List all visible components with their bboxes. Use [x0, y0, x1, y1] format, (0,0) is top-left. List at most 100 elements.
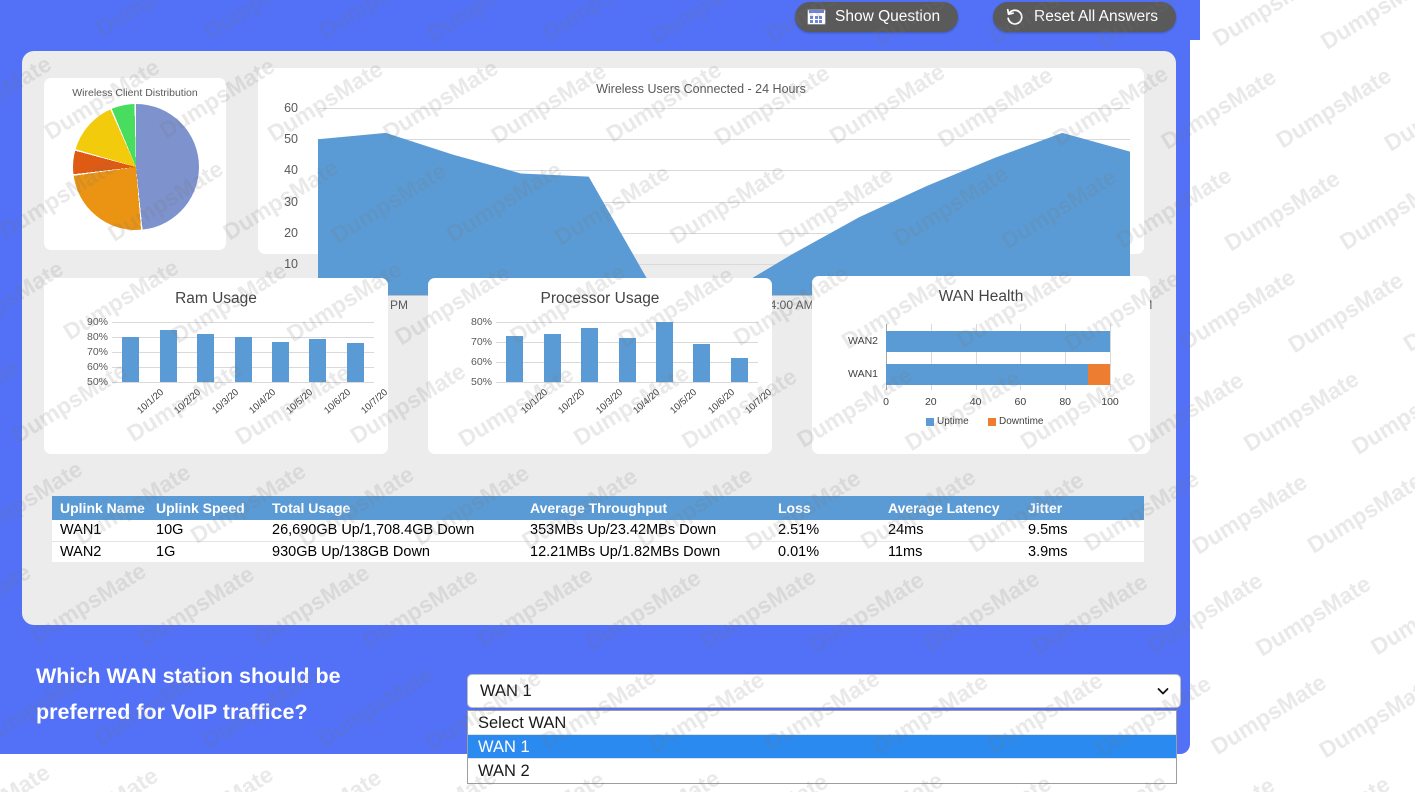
tab-bar-underline — [0, 36, 1200, 40]
reset-all-answers-button[interactable]: Reset All Answers — [993, 2, 1176, 32]
bar-x-tick: 10/5/20 — [285, 387, 316, 416]
bar-x-tick: 10/1/20 — [135, 387, 166, 416]
bar-y-tick: 80% — [458, 317, 492, 328]
wan-select[interactable]: WAN 1 — [467, 674, 1181, 708]
chevron-down-icon — [1156, 684, 1170, 698]
area-y-tick: 30 — [258, 195, 298, 208]
pie-chart — [73, 104, 199, 230]
legend-item: Downtime — [988, 416, 1043, 427]
bar — [619, 338, 636, 382]
table-header-cell: Uplink Speed — [148, 496, 264, 520]
table-header-cell: Average Latency — [880, 496, 1020, 520]
legend-label: Downtime — [999, 416, 1043, 427]
area-y-tick: 60 — [258, 102, 298, 115]
wan-x-tick: 40 — [970, 396, 982, 408]
table-cell: WAN2 — [52, 541, 148, 562]
bar-x-tick: 10/4/20 — [631, 387, 662, 416]
bar-y-axis: 50%60%70%80%90% — [74, 322, 108, 382]
bar-y-tick: 60% — [74, 362, 108, 373]
area-y-tick: 40 — [258, 164, 298, 177]
wan-x-tick: 20 — [925, 396, 937, 408]
table-header-cell: Loss — [770, 496, 880, 520]
app-root: Network Health Device Monitoring Show Qu… — [0, 0, 1415, 792]
processor-usage-chart: 50%60%70%80%10/1/2010/2/2010/3/2010/4/20… — [496, 322, 758, 382]
bar — [656, 322, 673, 382]
table-header-cell: Jitter — [1020, 496, 1144, 520]
bar — [347, 343, 364, 382]
bar-x-tick: 10/7/20 — [743, 387, 774, 416]
gridline — [496, 382, 758, 383]
bar-x-tick: 10/5/20 — [669, 387, 700, 416]
bar-x-tick: 10/2/20 — [172, 387, 203, 416]
bar — [272, 342, 289, 383]
bar-y-tick: 70% — [458, 337, 492, 348]
area-y-tick: 20 — [258, 226, 298, 239]
table-header-cell: Uplink Name — [52, 496, 148, 520]
table-cell: 9.5ms — [1020, 520, 1144, 541]
table-cell: 2.51% — [770, 520, 880, 541]
gridline — [496, 322, 758, 323]
legend-item: Uptime — [926, 416, 969, 427]
bar — [693, 344, 710, 382]
table-cell: 353MBs Up/23.42MBs Down — [522, 520, 770, 541]
table-cell: 26,690GB Up/1,708.4GB Down — [264, 520, 522, 541]
question-prompt: Which WAN station should be preferred fo… — [36, 658, 436, 730]
table-header-cell: Total Usage — [264, 496, 522, 520]
legend-swatch — [926, 418, 934, 426]
bar — [506, 336, 523, 382]
uplink-table: Uplink NameUplink SpeedTotal UsageAverag… — [52, 496, 1144, 562]
wan-x-tick: 100 — [1101, 396, 1119, 408]
table-cell: WAN1 — [52, 520, 148, 541]
table-header-row: Uplink NameUplink SpeedTotal UsageAverag… — [52, 496, 1144, 520]
wan-option[interactable]: Select WAN — [468, 711, 1176, 735]
table-cell: 24ms — [880, 520, 1020, 541]
processor-usage-card: Processor Usage 50%60%70%80%10/1/2010/2/… — [428, 278, 772, 454]
bar-y-tick: 80% — [74, 332, 108, 343]
wan-bar-segment — [886, 331, 1110, 352]
pie-chart-title: Wireless Client Distribution — [44, 87, 226, 99]
bar-x-tick: 10/7/20 — [359, 387, 390, 416]
ram-usage-card: Ram Usage 50%60%70%80%90%10/1/2010/2/201… — [44, 278, 388, 454]
bar-x-tick: 10/6/20 — [706, 387, 737, 416]
wan-bar-segment — [886, 364, 1088, 385]
ram-usage-title: Ram Usage — [44, 290, 388, 308]
show-question-button[interactable]: Show Question — [795, 2, 958, 32]
table-cell: 3.9ms — [1020, 541, 1144, 562]
bar — [731, 358, 748, 382]
area-series — [318, 108, 1130, 295]
wan-health-card: WAN Health 020406080100WAN2WAN1UptimeDow… — [812, 276, 1150, 454]
table-cell: 0.01% — [770, 541, 880, 562]
bar-y-tick: 70% — [74, 347, 108, 358]
bar — [122, 337, 139, 382]
wan-x-tick: 0 — [883, 396, 889, 408]
wan-option[interactable]: WAN 1 — [468, 735, 1176, 759]
wan-select-options[interactable]: Select WANWAN 1WAN 2 — [467, 710, 1177, 784]
table-row: WAN110G26,690GB Up/1,708.4GB Down353MBs … — [52, 520, 1144, 541]
gridline — [1110, 324, 1111, 390]
table-cell: 11ms — [880, 541, 1020, 562]
wan-x-tick: 60 — [1015, 396, 1027, 408]
bar-y-tick: 90% — [74, 317, 108, 328]
processor-usage-title: Processor Usage — [428, 290, 772, 308]
wan-category-label: WAN2 — [828, 335, 878, 347]
wireless-client-distribution-card: Wireless Client Distribution — [44, 78, 226, 250]
table-cell: 10G — [148, 520, 264, 541]
bar — [309, 339, 326, 383]
table-header-cell: Average Throughput — [522, 496, 770, 520]
bar — [197, 334, 214, 382]
bar-x-tick: 10/3/20 — [210, 387, 241, 416]
ram-usage-chart: 50%60%70%80%90%10/1/2010/2/2010/3/2010/4… — [112, 322, 374, 382]
wireless-users-connected-card: Wireless Users Connected - 24 Hours 0102… — [258, 68, 1144, 254]
bar — [160, 330, 177, 383]
wan-option[interactable]: WAN 2 — [468, 759, 1176, 783]
bar-x-tick: 10/6/20 — [322, 387, 353, 416]
bar-x-tick: 10/1/20 — [519, 387, 550, 416]
area-chart-plot — [318, 108, 1130, 295]
table-cell: 12.21MBs Up/1.82MBs Down — [522, 541, 770, 562]
wan-x-tick: 80 — [1059, 396, 1071, 408]
uplink-table-wrapper: Uplink NameUplink SpeedTotal UsageAverag… — [52, 496, 1144, 562]
area-y-tick: 50 — [258, 133, 298, 146]
bar-y-axis: 50%60%70%80% — [458, 322, 492, 382]
bar-y-tick: 50% — [458, 377, 492, 388]
bar-x-tick: 10/4/20 — [247, 387, 278, 416]
